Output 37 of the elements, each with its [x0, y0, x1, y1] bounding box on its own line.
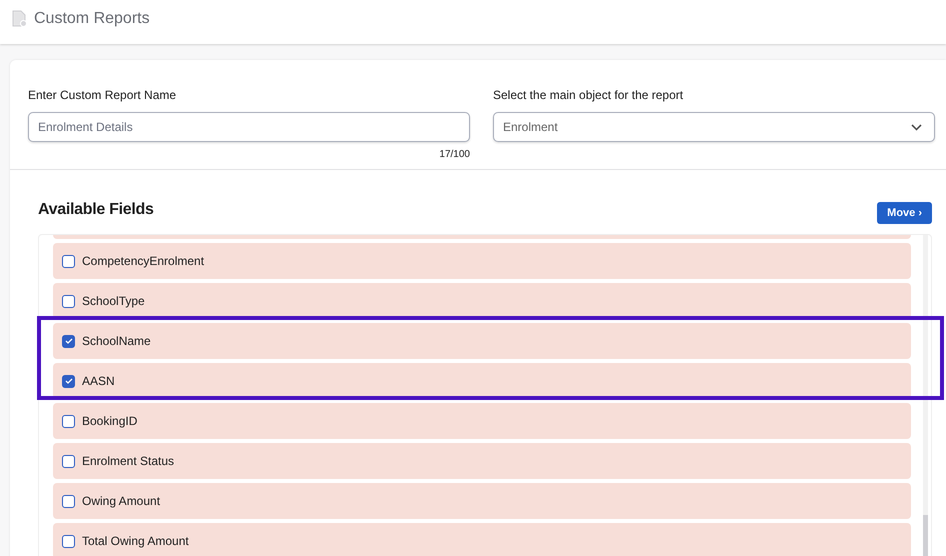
chevron-down-icon [911, 124, 922, 130]
scrollbar[interactable] [923, 235, 928, 556]
page-title: Custom Reports [34, 10, 150, 28]
checkbox[interactable] [62, 414, 75, 428]
field-row[interactable]: Enrolment Status [53, 443, 911, 479]
checkbox[interactable] [62, 494, 75, 508]
checkbox[interactable] [62, 334, 75, 348]
character-counter: 17/100 [439, 149, 470, 160]
report-name-field[interactable]: Enrolment Details [28, 112, 470, 142]
field-row[interactable]: AASN [53, 363, 911, 399]
field-row[interactable]: CompetencyEnrolment [53, 243, 911, 279]
section-title: Available Fields [38, 201, 154, 219]
move-button[interactable]: Move › [877, 202, 932, 224]
field-row[interactable]: Total Owing Amount [53, 523, 911, 556]
checkbox[interactable] [62, 454, 75, 468]
field-label: Enrolment Status [82, 454, 174, 468]
field-row[interactable]: Owing Amount [53, 483, 911, 519]
checkbox[interactable] [62, 534, 75, 548]
field-label: Select the main object for the report [493, 88, 684, 102]
checkmark-icon [64, 378, 72, 384]
main-object-dropdown[interactable]: Enrolment [493, 112, 935, 142]
document-icon [12, 10, 27, 27]
checkmark-icon [64, 338, 72, 344]
field-label: Enter Custom Report Name [28, 88, 178, 102]
checkbox[interactable] [62, 254, 75, 268]
field-label: SchoolName [82, 334, 151, 348]
field-label: CompetencyEnrolment [82, 254, 204, 268]
field-row[interactable]: BookingID [53, 403, 911, 439]
field-label: BookingID [82, 414, 138, 428]
field-row[interactable]: SchoolName [53, 323, 911, 359]
field-row[interactable]: SchoolType [53, 283, 911, 319]
field-label: SchoolType [82, 294, 145, 308]
checkbox[interactable] [62, 294, 75, 308]
field-label: Owing Amount [82, 494, 160, 508]
checkbox[interactable] [62, 374, 75, 388]
field-label: AASN [82, 374, 115, 388]
field-label: Total Owing Amount [82, 534, 189, 548]
